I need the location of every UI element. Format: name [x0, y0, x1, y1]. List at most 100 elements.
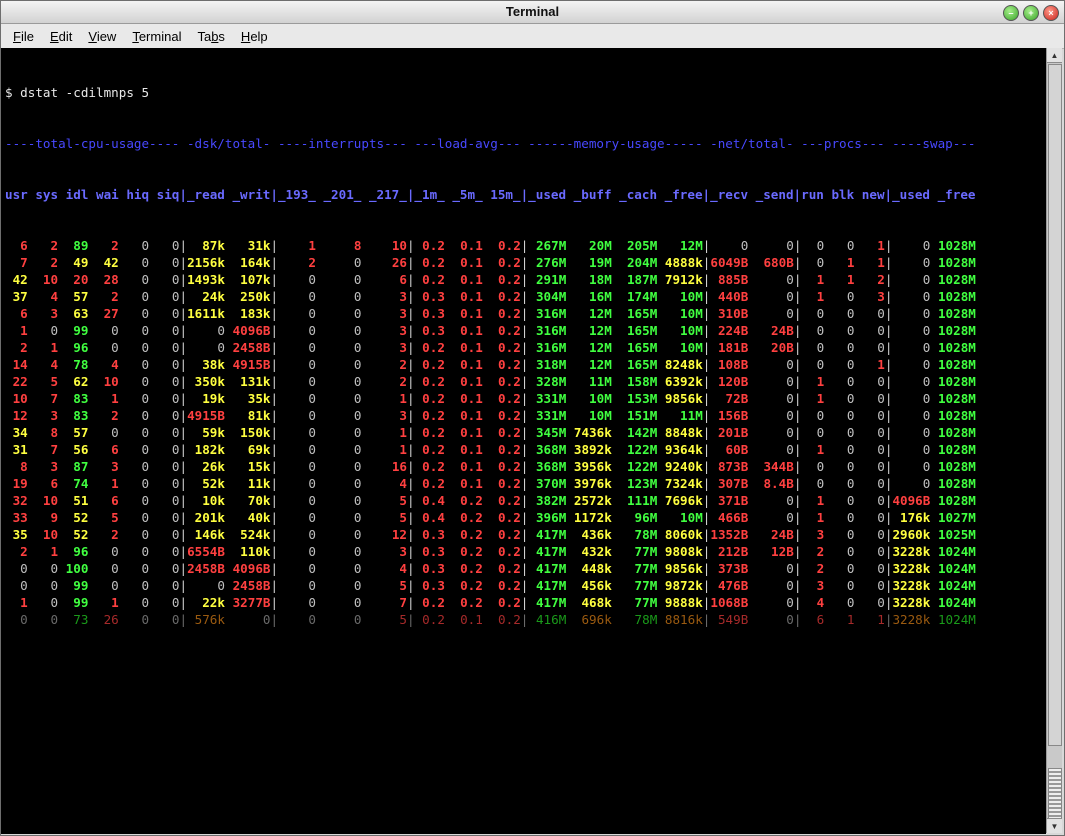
dstat-value: 57	[58, 425, 89, 440]
menu-view[interactable]: View	[80, 29, 124, 44]
dstat-row: 0 0 99 0 0 0| 0 2458B| 0 0 5| 0.3 0.2 0.…	[5, 577, 976, 594]
dstat-value: 0	[316, 493, 362, 508]
close-button[interactable]: ×	[1043, 5, 1059, 21]
dstat-value: 1	[854, 357, 885, 372]
dstat-value: 20M	[566, 238, 612, 253]
dstat-value: 0.1	[444, 289, 483, 304]
menu-file[interactable]: File	[5, 29, 42, 44]
dstat-value: 456k	[566, 578, 612, 593]
dstat-value: 87	[58, 459, 89, 474]
terminal-screen[interactable]: $ dstat -cdilmnps 5 ----total-cpu-usage-…	[1, 48, 1046, 834]
scroll-up-button[interactable]: ▲	[1047, 48, 1062, 63]
dstat-value: 0	[824, 289, 855, 304]
dstat-value: 328M	[528, 374, 567, 389]
dstat-value: 2	[854, 272, 885, 287]
dstat-value: 276M	[528, 255, 567, 270]
dstat-value: 83	[58, 391, 89, 406]
dstat-value: 0	[278, 578, 316, 593]
dstat-row: 14 4 78 4 0 0| 38k 4915B| 0 0 2| 0.2 0.1…	[5, 356, 976, 373]
dstat-value: 0	[118, 612, 150, 627]
dstat-value: 27	[88, 306, 119, 321]
dstat-value: 2458B	[224, 340, 271, 355]
dstat-value: 33	[5, 510, 28, 525]
dstat-value: 0.2	[414, 374, 445, 389]
dstat-value: 524k	[224, 527, 271, 542]
dstat-value: 5	[361, 578, 407, 593]
maximize-button[interactable]: +	[1023, 5, 1039, 21]
dstat-value: 0.1	[444, 340, 483, 355]
vertical-scrollbar[interactable]: ▲ ▼	[1046, 48, 1062, 833]
menu-tabs[interactable]: Tabs	[189, 29, 232, 44]
dstat-value: 2	[278, 255, 316, 270]
menu-edit[interactable]: Edit	[42, 29, 80, 44]
column-separator: |	[270, 340, 279, 355]
dstat-value: 12M	[566, 357, 612, 372]
dstat-value: 0.2	[482, 442, 521, 457]
dstat-value: 318M	[528, 357, 567, 372]
dstat-value: 0.3	[414, 561, 445, 576]
dstat-value: 0	[149, 561, 180, 576]
dstat-value: 0	[149, 425, 180, 440]
dstat-value: 6392k	[657, 374, 703, 389]
dstat-row: 10 7 83 1 0 0| 19k 35k| 0 0 1| 0.2 0.1 0…	[5, 390, 976, 407]
dstat-value: 6	[361, 272, 407, 287]
dstat-value: 181B	[710, 340, 749, 355]
dstat-value: 1	[278, 238, 316, 253]
scrollbar-thumb[interactable]	[1048, 64, 1062, 746]
dstat-value: 99	[58, 323, 89, 338]
dstat-value: 885B	[710, 272, 749, 287]
column-separator: |	[407, 374, 415, 389]
dstat-value: 0	[118, 255, 150, 270]
dstat-value: 0	[710, 238, 749, 253]
dstat-value: 0	[854, 459, 885, 474]
dstat-value: 6	[27, 476, 59, 491]
dstat-value: 11k	[224, 476, 271, 491]
dstat-value: 0.2	[414, 476, 445, 491]
dstat-value: 0	[824, 578, 855, 593]
dstat-value: 19	[5, 476, 28, 491]
dstat-value: 0	[316, 357, 362, 372]
dstat-value: 0	[149, 476, 180, 491]
dstat-value: 0	[892, 391, 931, 406]
dstat-value: 111M	[611, 493, 658, 508]
dstat-value: 0	[892, 255, 931, 270]
dstat-value: 1024M	[930, 544, 976, 559]
dstat-value: 7	[5, 255, 28, 270]
dstat-value: 344B	[748, 459, 794, 474]
dstat-value: 0	[801, 238, 825, 253]
dstat-value: 14	[5, 357, 28, 372]
dstat-value: 0	[748, 289, 794, 304]
menu-help[interactable]: Help	[233, 29, 276, 44]
scroll-down-button[interactable]: ▼	[1047, 818, 1062, 833]
title-bar[interactable]: Terminal – + ×	[1, 1, 1064, 24]
menu-terminal[interactable]: Terminal	[124, 29, 189, 44]
dstat-value: 3	[361, 306, 407, 321]
dstat-value: 7696k	[657, 493, 703, 508]
dstat-value: 0	[748, 493, 794, 508]
dstat-value: 396M	[528, 510, 567, 525]
dstat-value: 2	[27, 255, 59, 270]
dstat-row: 7 2 49 42 0 0|2156k 164k| 2 0 26| 0.2 0.…	[5, 254, 976, 271]
dstat-value: 0	[278, 476, 316, 491]
dstat-value: 0.2	[444, 561, 483, 576]
dstat-value: 0	[316, 255, 362, 270]
dstat-value: 1611k	[187, 306, 225, 321]
dstat-value: 0.1	[444, 374, 483, 389]
dstat-value: 0	[892, 357, 931, 372]
dstat-value: 12M	[566, 306, 612, 321]
dstat-value: 24B	[748, 527, 794, 542]
dstat-value: 0	[748, 612, 794, 627]
column-separator: |	[179, 544, 188, 559]
column-separator: |	[407, 510, 415, 525]
maximize-icon: +	[1028, 7, 1034, 18]
dstat-value: 468k	[566, 595, 612, 610]
dstat-value: 0.1	[444, 391, 483, 406]
dstat-value: 0	[854, 544, 885, 559]
dstat-value: 382M	[528, 493, 567, 508]
minimize-button[interactable]: –	[1003, 5, 1019, 21]
dstat-value: 0	[118, 459, 150, 474]
dstat-value: 0	[149, 408, 180, 423]
dstat-value: 0.2	[482, 493, 521, 508]
dstat-value: 34	[5, 425, 28, 440]
dstat-value: 0	[748, 442, 794, 457]
